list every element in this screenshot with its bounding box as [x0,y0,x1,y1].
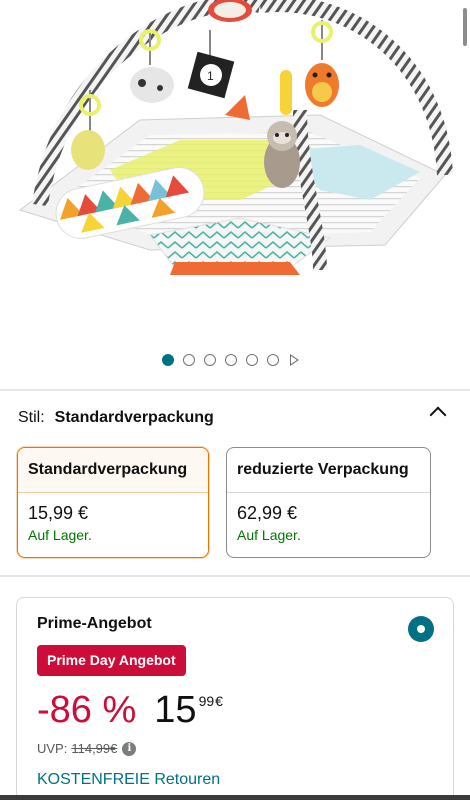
offer-title: Prime-Angebot [37,615,152,632]
style-option-price: 15,99 € [28,503,89,523]
price-currency: € [215,693,223,709]
carousel-dot-4[interactable] [224,354,237,366]
uvp-label: UVP: [37,741,68,756]
carousel-dot-1[interactable] [161,354,174,366]
svg-text:1: 1 [207,69,214,83]
price-cents: 99 [198,693,215,709]
carousel-dot-2[interactable] [182,354,195,366]
uvp-value: 114,99€ [71,741,118,756]
section-divider [0,389,470,391]
style-option-title: reduzierte Verpackung [227,448,430,493]
offer-radio-selected[interactable] [408,616,434,642]
style-selector-header[interactable]: Stil: Standardverpackung [18,406,452,430]
carousel-dot-3[interactable] [203,354,216,366]
prime-offer-card[interactable]: Prime-Angebot Prime Day Angebot -86 % 15… [16,597,454,800]
price-block: -86 % 15 99 € [37,686,223,736]
discount-percentage: -86 % [37,689,137,731]
list-price: UVP: 114,99€ i [37,741,137,756]
style-selected-value: Standardverpackung [54,409,214,426]
style-label: Stil: [18,409,45,426]
play-video-icon[interactable] [289,354,299,366]
chevron-up-icon[interactable] [429,406,447,424]
deal-badge: Prime Day Angebot [37,645,186,676]
product-image[interactable]: 1 [0,0,470,340]
style-option-stock: Auf Lager. [28,527,92,543]
section-divider [0,575,470,577]
image-carousel-indicator [0,354,470,366]
style-option-reduced[interactable]: reduzierte Verpackung 62,99 € Auf Lager. [226,447,431,558]
info-icon[interactable]: i [122,741,137,756]
style-option-title: Standardverpackung [18,448,208,493]
play-gym-illustration: 1 [18,0,453,275]
bottom-navigation-edge [0,795,470,800]
style-option-price: 62,99 € [237,503,298,523]
carousel-dot-6[interactable] [266,354,279,366]
page-scrollbar[interactable] [463,8,467,46]
style-option-stock: Auf Lager. [237,527,301,543]
style-option-standard[interactable]: Standardverpackung 15,99 € Auf Lager. [17,447,209,558]
free-returns-link[interactable]: KOSTENFREIE Retouren [37,771,220,789]
carousel-dot-5[interactable] [245,354,258,366]
price-whole: 15 [154,689,197,731]
